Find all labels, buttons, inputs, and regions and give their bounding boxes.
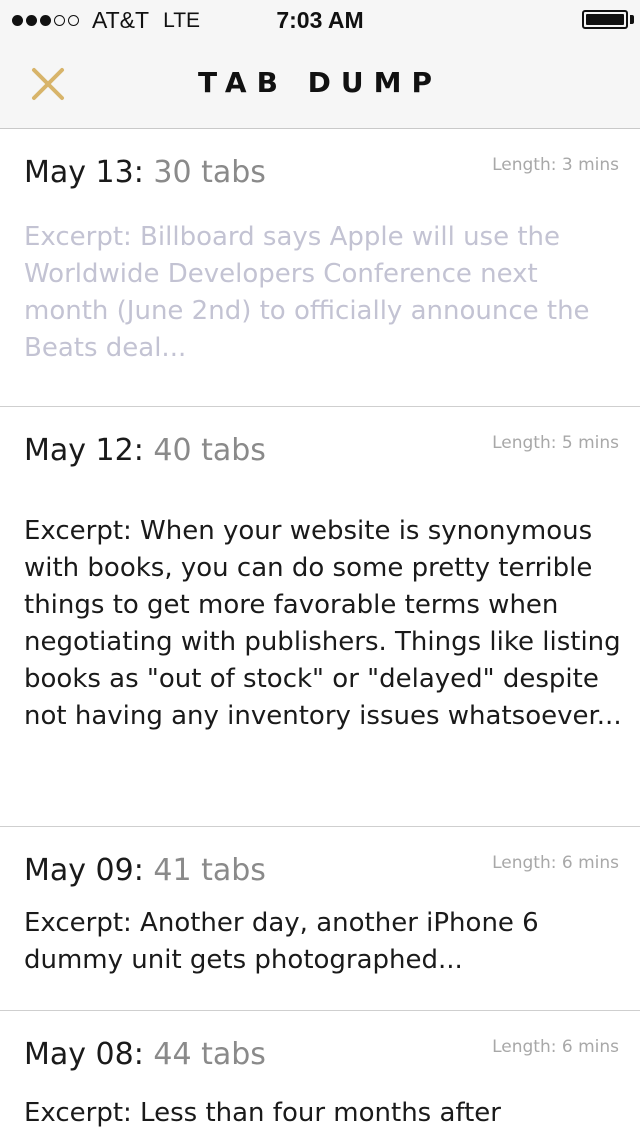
item-heading: May 08: 44 tabs bbox=[24, 1037, 266, 1072]
item-date: May 08 bbox=[24, 1037, 134, 1072]
item-excerpt: Excerpt: Another day, another iPhone 6 d… bbox=[24, 908, 539, 975]
item-excerpt: Excerpt: When your website is synonymous… bbox=[24, 516, 622, 731]
status-time: 7:03 AM bbox=[276, 7, 364, 33]
item-date: May 12 bbox=[24, 433, 134, 468]
item-excerpt: Excerpt: Less than four months after bbox=[24, 1098, 501, 1128]
item-length: Length: 3 mins bbox=[492, 155, 619, 175]
page-title: TAB DUMP bbox=[197, 66, 443, 99]
item-heading: May 12: 40 tabs bbox=[24, 433, 266, 468]
item-excerpt: Excerpt: Billboard says Apple will use t… bbox=[24, 222, 590, 363]
item-heading: May 13: 30 tabs bbox=[24, 155, 266, 190]
tab-dump-list: May 13: 30 tabs Length: 3 mins Excerpt: … bbox=[0, 129, 640, 1141]
item-tab-count: 30 tabs bbox=[143, 155, 266, 190]
item-length: Length: 6 mins bbox=[492, 853, 619, 873]
item-heading: May 09: 41 tabs bbox=[24, 853, 266, 888]
status-bar: AT&T LTE 7:03 AM bbox=[0, 0, 640, 40]
nav-bar: TAB DUMP bbox=[0, 40, 640, 129]
list-item[interactable]: May 08: 44 tabs Length: 6 mins Excerpt: … bbox=[0, 1011, 640, 1141]
battery-icon bbox=[582, 10, 628, 29]
item-length: Length: 6 mins bbox=[492, 1037, 619, 1057]
list-item[interactable]: May 13: 30 tabs Length: 3 mins Excerpt: … bbox=[0, 129, 640, 407]
item-date: May 09 bbox=[24, 853, 134, 888]
item-length: Length: 5 mins bbox=[492, 433, 619, 453]
list-item[interactable]: May 12: 40 tabs Length: 5 mins Excerpt: … bbox=[0, 407, 640, 827]
item-tab-count: 40 tabs bbox=[143, 433, 266, 468]
item-tab-count: 41 tabs bbox=[143, 853, 266, 888]
item-date: May 13 bbox=[24, 155, 134, 190]
item-tab-count: 44 tabs bbox=[143, 1037, 266, 1072]
battery-tip bbox=[630, 15, 634, 24]
list-item[interactable]: May 09: 41 tabs Length: 6 mins Excerpt: … bbox=[0, 827, 640, 1011]
